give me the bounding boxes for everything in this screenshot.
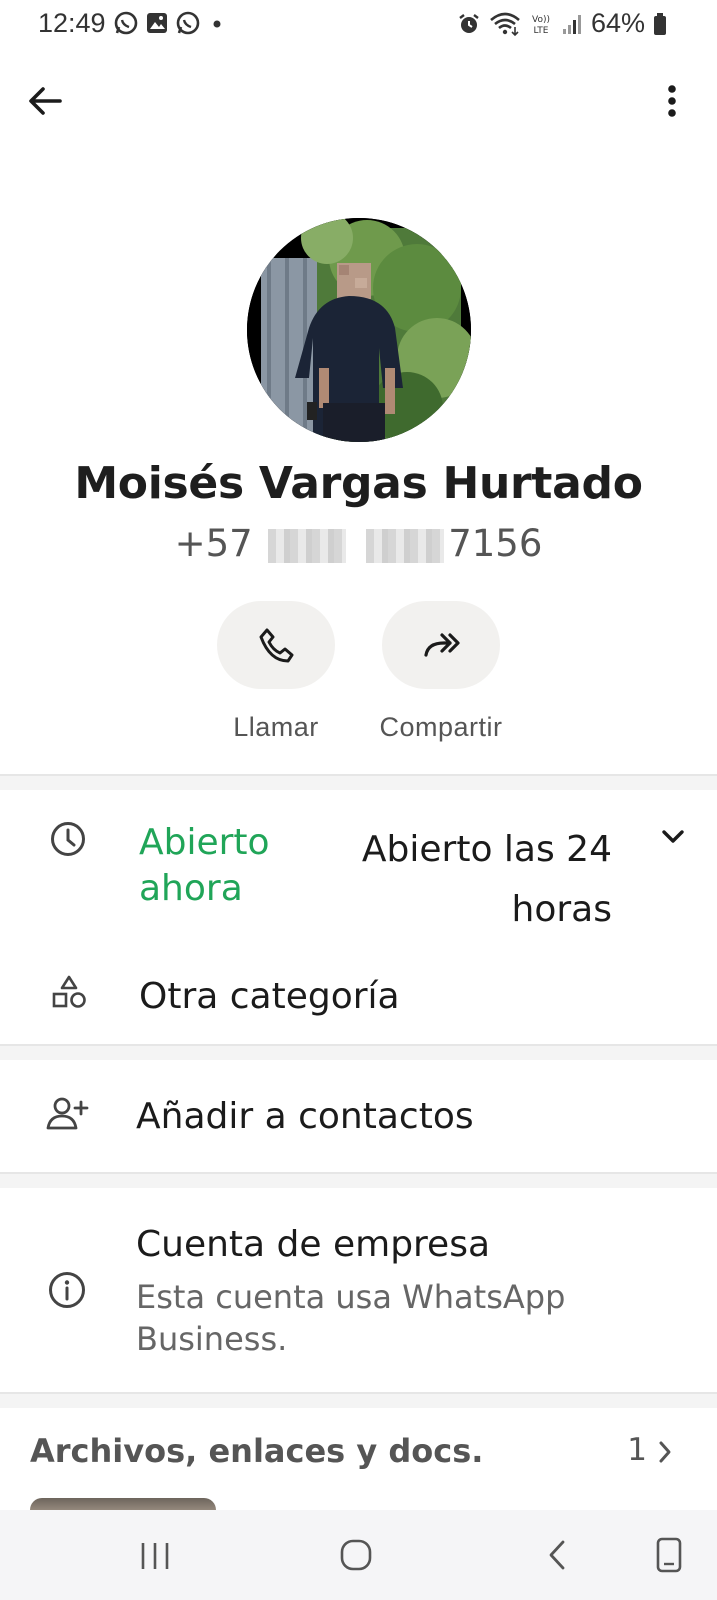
status-right: Vo)) LTE 64% (457, 8, 667, 39)
avatar-image (247, 218, 471, 442)
home-icon[interactable] (339, 1538, 373, 1572)
volte-icon: Vo)) LTE (532, 15, 550, 36)
whatsapp-icon (176, 11, 200, 35)
category-icon (52, 975, 86, 1008)
category-label: Otra categoría (139, 976, 400, 1017)
share-button[interactable] (382, 601, 500, 689)
svg-text:Vo)): Vo)) (532, 15, 550, 25)
whatsapp-icon (114, 11, 138, 35)
battery-icon (654, 12, 666, 35)
dot-icon (213, 20, 221, 28)
add-person-icon (46, 1097, 89, 1130)
alarm-icon (459, 13, 479, 33)
more-vert-icon (668, 85, 676, 117)
system-nav-bar (0, 1510, 717, 1600)
business-account-title: Cuenta de empresa (136, 1224, 491, 1265)
hours-value: Abierto las 24 horas (361, 829, 612, 930)
clock-icon (51, 822, 85, 856)
signal-icon (562, 14, 581, 34)
section-divider (0, 1172, 717, 1188)
phone-icon (259, 628, 294, 663)
business-account-subtitle: Esta cuenta usa WhatsApp Business. (136, 1278, 566, 1358)
contact-name: Moisés Vargas Hurtado (74, 458, 643, 509)
share-icon (424, 633, 460, 657)
arrow-left-icon (29, 87, 62, 115)
notification-icons (113, 10, 227, 36)
phone-suffix: 7156 (448, 522, 543, 565)
chevron-right-icon (659, 1441, 671, 1463)
toolbar (0, 60, 717, 140)
media-files-title: Archivos, enlaces y docs. (30, 1432, 484, 1470)
redacted-block (366, 528, 445, 563)
status-bar: 12:49 Vo)) LTE 64% (0, 0, 717, 46)
media-files-count: 1 (627, 1432, 647, 1468)
chevron-down-icon[interactable] (660, 826, 686, 846)
call-button[interactable] (217, 601, 335, 689)
info-icon (49, 1272, 85, 1308)
battery-text: 64% (590, 8, 645, 38)
hours-status: Abierto ahora (139, 822, 270, 909)
svg-text:LTE: LTE (533, 26, 548, 36)
nav-back-icon[interactable] (545, 1538, 569, 1572)
image-icon (147, 13, 167, 33)
profile-photo[interactable] (247, 218, 471, 442)
section-divider (0, 1392, 717, 1408)
rotate-screen-icon[interactable] (655, 1536, 683, 1574)
add-contact-label: Añadir a contactos (136, 1096, 474, 1137)
wifi-icon (490, 12, 520, 36)
recent-apps-icon[interactable] (138, 1540, 172, 1572)
share-label: Compartir (379, 712, 503, 742)
redacted-block (268, 528, 347, 563)
status-time: 12:49 (38, 8, 106, 38)
more-options-button[interactable] (657, 78, 687, 124)
back-button[interactable] (22, 78, 68, 124)
phone-prefix: +57 (174, 522, 253, 565)
contact-phone: +57 7156 (0, 522, 717, 565)
section-divider (0, 774, 717, 790)
section-divider (0, 1044, 717, 1060)
